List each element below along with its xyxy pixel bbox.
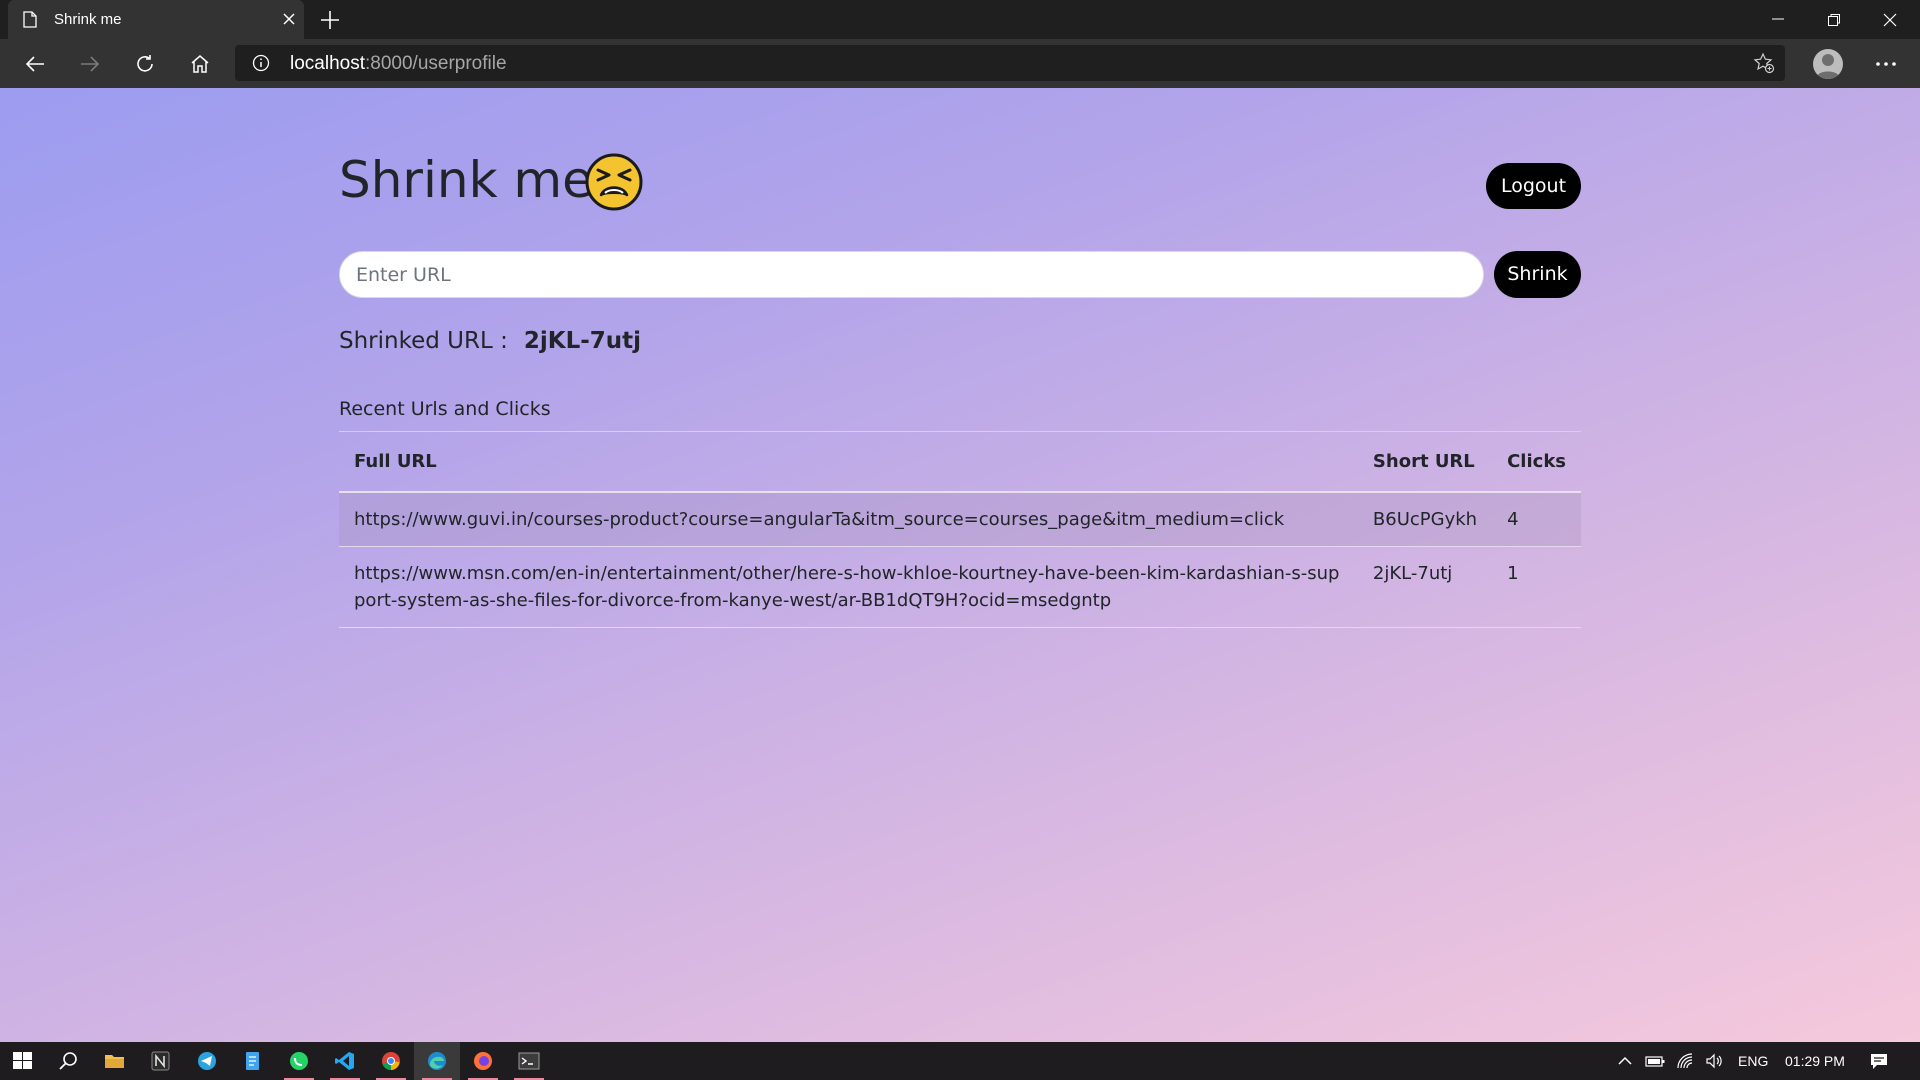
minimize-icon (1772, 18, 1784, 20)
table-header-row: Full URL Short URL Clicks (339, 432, 1581, 493)
refresh-icon (137, 55, 153, 72)
profile-icon (1816, 54, 1840, 79)
chevron-up-icon[interactable] (1615, 1052, 1635, 1070)
new-tab-icon[interactable] (318, 8, 342, 32)
forward-button[interactable] (71, 45, 109, 83)
taskbar-search[interactable] (46, 1042, 92, 1080)
column-header-short-url: Short URL (1357, 432, 1493, 493)
tab-title: Shrink me (54, 11, 122, 28)
browser-toolbar: localhost:8000/userprofile (0, 39, 1920, 88)
taskbar-edge[interactable] (414, 1042, 460, 1080)
back-button[interactable] (16, 45, 54, 83)
short-url-cell[interactable]: B6UcPGykh (1357, 492, 1493, 547)
taskbar-chrome[interactable] (368, 1042, 414, 1080)
taskbar-whatsapp[interactable] (276, 1042, 322, 1080)
volume-icon[interactable] (1705, 1052, 1725, 1070)
taskbar-terminal[interactable] (506, 1042, 552, 1080)
battery-icon[interactable] (1645, 1052, 1665, 1070)
close-tab-icon[interactable] (280, 10, 298, 28)
table-row: https://www.guvi.in/courses-product?cour… (339, 492, 1581, 547)
column-header-full-url: Full URL (339, 432, 1358, 493)
address-bar[interactable]: localhost:8000/userprofile (235, 45, 1785, 81)
recent-urls-heading: Recent Urls and Clicks (339, 398, 551, 420)
tired-face-emoji-icon (585, 153, 643, 211)
chrome-icon (382, 1052, 400, 1070)
arrow-right-icon (81, 56, 100, 72)
minimize-button[interactable] (1750, 0, 1806, 39)
vscode-icon (335, 1052, 354, 1070)
taskbar-vscode[interactable] (322, 1042, 368, 1080)
close-window-button[interactable] (1862, 0, 1918, 39)
shrinked-url-value: 2jKL-7utj (523, 328, 642, 354)
url-input[interactable] (339, 251, 1484, 298)
url-text: localhost:8000/userprofile (290, 53, 507, 75)
full-url-cell: https://www.msn.com/en-in/entertainment/… (339, 546, 1358, 628)
recent-urls-table-wrapper: Full URL Short URL Clicks https://www.gu… (339, 431, 1581, 628)
language-indicator[interactable]: ENG (1738, 1053, 1768, 1069)
whatsapp-icon (290, 1052, 308, 1070)
browser-tab[interactable]: Shrink me (8, 0, 304, 39)
page-content: Shrink me Logout Shrink Shrinked URL : 2j… (0, 88, 1920, 1042)
profile-avatar[interactable] (1813, 49, 1843, 79)
close-icon (1883, 13, 1897, 27)
info-icon[interactable] (252, 54, 270, 72)
notification-center-icon[interactable] (1869, 1052, 1889, 1070)
logout-button[interactable]: Logout (1486, 163, 1581, 209)
full-url-cell: https://www.guvi.in/courses-product?cour… (339, 492, 1358, 547)
short-url-cell[interactable]: 2jKL-7utj (1357, 546, 1493, 628)
taskbar-file-explorer[interactable] (92, 1042, 138, 1080)
home-icon (191, 55, 209, 73)
restore-button[interactable] (1806, 0, 1862, 39)
windows-taskbar: ENG 01:29 PM (0, 1042, 1920, 1080)
shrinked-url-result: Shrinked URL : 2jKL-7utj (339, 328, 641, 354)
settings-more-button[interactable] (1866, 49, 1906, 79)
edge-icon (428, 1052, 446, 1070)
column-header-clicks: Clicks (1492, 432, 1581, 493)
restore-icon (1828, 14, 1840, 26)
browser-tabbar: Shrink me (0, 0, 1920, 39)
page-icon (23, 11, 37, 28)
main-container: Shrink me Logout Shrink Shrinked URL : 2j… (339, 88, 1581, 1042)
start-icon (13, 1052, 32, 1069)
taskbar-notepad[interactable] (230, 1042, 276, 1080)
start-button[interactable] (0, 1042, 46, 1080)
favorites-star-icon[interactable] (1753, 52, 1775, 74)
notion-icon (151, 1051, 170, 1071)
shrink-button[interactable]: Shrink (1494, 251, 1581, 298)
table-row: https://www.msn.com/en-in/entertainment/… (339, 546, 1581, 628)
search-icon (59, 1052, 77, 1070)
home-button[interactable] (181, 45, 219, 83)
wifi-icon[interactable] (1676, 1052, 1696, 1070)
brand-title: Shrink me (339, 151, 593, 209)
shrinked-url-label: Shrinked URL : (339, 328, 508, 354)
refresh-button[interactable] (126, 45, 164, 83)
clock[interactable]: 01:29 PM (1785, 1053, 1845, 1069)
clicks-cell: 4 (1492, 492, 1581, 547)
file-explorer-icon (105, 1055, 124, 1068)
more-horizontal-icon (1876, 62, 1896, 66)
recent-urls-table: Full URL Short URL Clicks https://www.gu… (339, 432, 1581, 628)
taskbar-telegram[interactable] (184, 1042, 230, 1080)
firefox-icon (474, 1052, 492, 1070)
taskbar-firefox[interactable] (460, 1042, 506, 1080)
telegram-icon (198, 1052, 216, 1070)
url-host: localhost (290, 53, 365, 74)
taskbar-notion[interactable] (138, 1042, 184, 1080)
notepad-icon (246, 1052, 259, 1070)
clicks-cell: 1 (1492, 546, 1581, 628)
url-path: :8000/userprofile (365, 53, 507, 74)
arrow-left-icon (25, 56, 44, 72)
terminal-icon (518, 1052, 540, 1070)
